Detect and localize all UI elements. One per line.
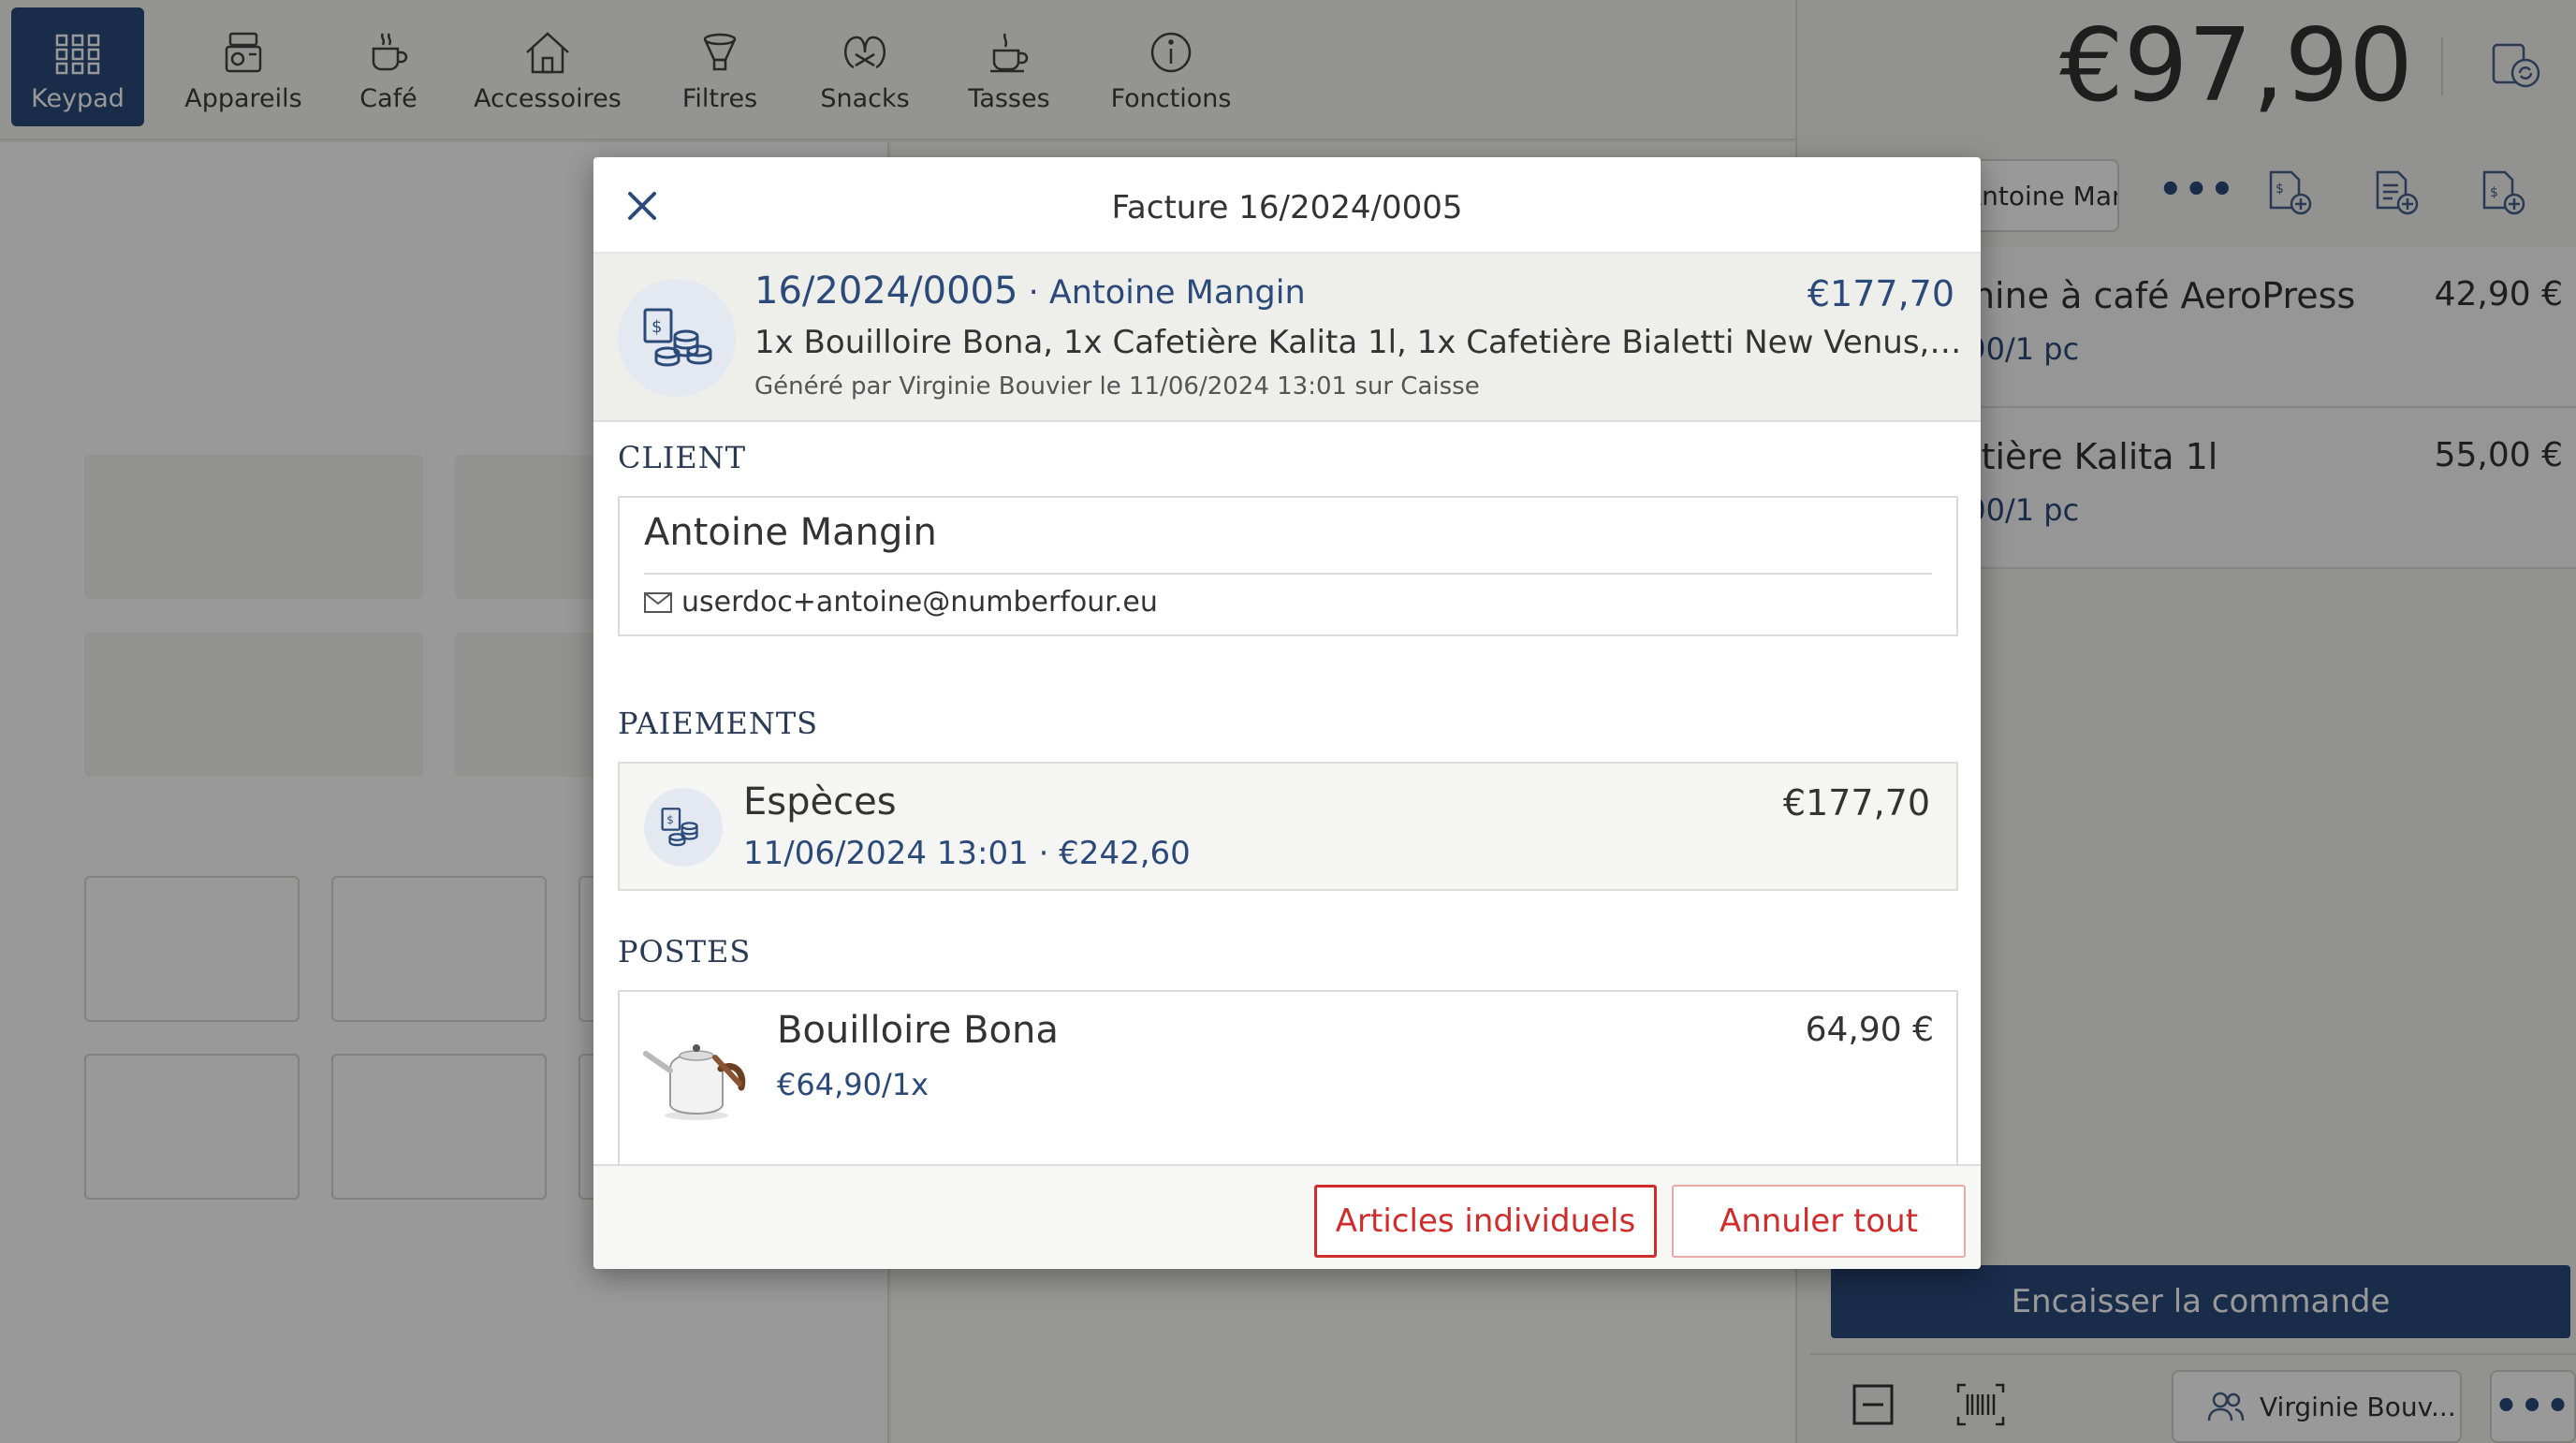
cash-icon: $ — [661, 808, 698, 847]
svg-text:$: $ — [651, 317, 662, 337]
cash-avatar: $ — [618, 279, 736, 397]
separator: · — [1017, 274, 1049, 312]
cancel-all-button[interactable]: Annuler tout — [1672, 1185, 1966, 1258]
position-name: Bouilloire Bona — [777, 1009, 1059, 1052]
invoice-amount: €177,70 — [1807, 273, 1954, 314]
close-icon — [628, 192, 656, 220]
dialog-title: Facture 16/2024/0005 — [1111, 189, 1463, 226]
divider — [644, 573, 1932, 575]
position-card[interactable]: Bouilloire Bona €64,90/1x 64,90 € — [618, 990, 1958, 1173]
payment-amount: €177,70 — [1782, 782, 1930, 824]
dialog-header: Facture 16/2024/0005 — [593, 157, 1981, 254]
close-button[interactable] — [610, 174, 674, 238]
invoice-heading: 16/2024/0005 · Antoine Mangin — [754, 270, 1306, 313]
section-title-payments: PAIEMENTS — [618, 706, 819, 741]
position-unit: €64,90/1x — [777, 1067, 929, 1102]
position-price: 64,90 € — [1805, 1011, 1934, 1049]
client-email-text: userdoc+antoine@numberfour.eu — [681, 586, 1158, 619]
mail-icon — [644, 591, 672, 613]
kettle-image — [642, 1029, 754, 1123]
invoice-customer: Antoine Mangin — [1048, 274, 1306, 312]
payment-card[interactable]: $ Espèces 11/06/2024 13:01 · €242,60 €17… — [618, 762, 1958, 891]
section-title-client: CLIENT — [618, 440, 747, 475]
cash-avatar: $ — [644, 788, 723, 867]
client-email: userdoc+antoine@numberfour.eu — [644, 586, 1158, 619]
invoice-generated-info: Généré par Virginie Bouvier le 11/06/202… — [754, 372, 1480, 401]
cash-icon: $ — [643, 308, 712, 367]
dialog-footer: Articles individuels Annuler tout — [593, 1164, 1981, 1269]
payment-method: Espèces — [743, 780, 897, 824]
svg-text:$: $ — [666, 813, 674, 826]
client-card[interactable]: Antoine Mangin userdoc+antoine@numberfou… — [618, 496, 1958, 636]
client-name: Antoine Mangin — [644, 511, 937, 554]
payment-date: 11/06/2024 13:01 · €242,60 — [743, 835, 1191, 872]
invoice-items: 1x Bouilloire Bona, 1x Cafetière Kalita … — [754, 324, 1962, 361]
invoice-number: 16/2024/0005 — [754, 270, 1018, 313]
individual-items-button[interactable]: Articles individuels — [1314, 1185, 1657, 1258]
section-title-positions: POSTES — [618, 934, 752, 969]
invoice-dialog: Facture 16/2024/0005 $ 16/2024/0005 · An… — [593, 157, 1981, 1269]
